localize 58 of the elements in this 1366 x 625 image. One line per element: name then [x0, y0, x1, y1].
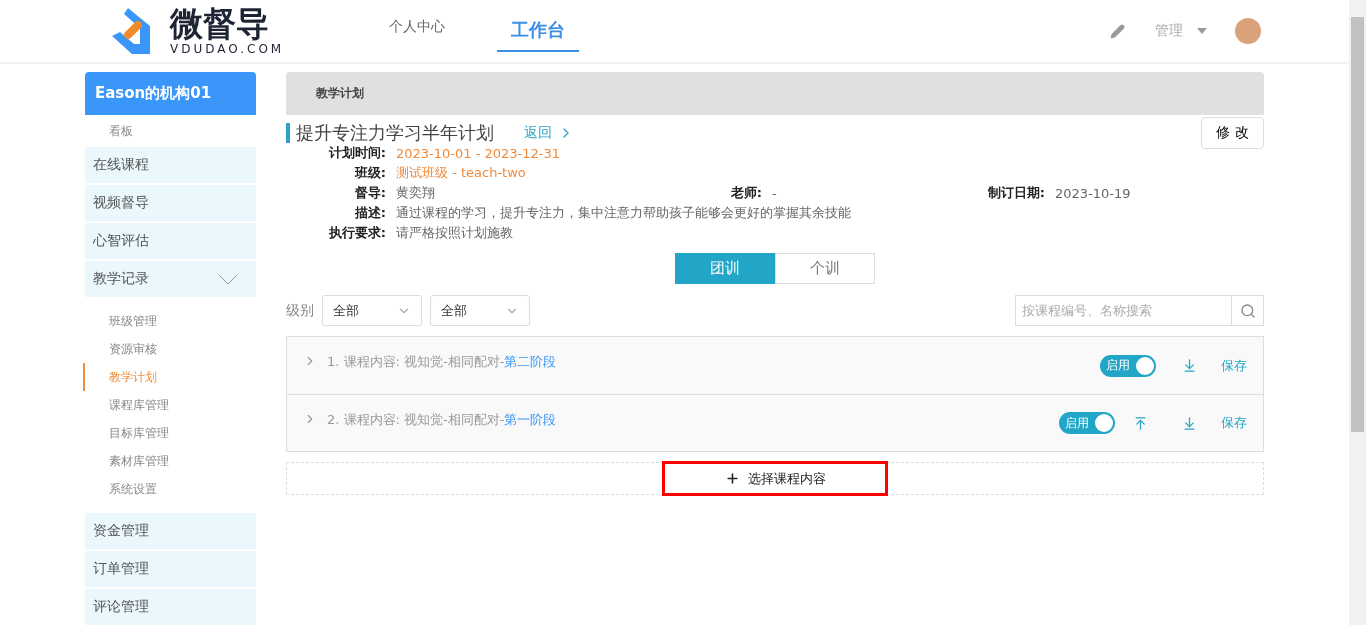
sidebar-subitem[interactable]: 看板	[83, 117, 256, 145]
sidebar-subitem[interactable]: 目标库管理	[83, 419, 256, 447]
edit-icon[interactable]	[1110, 23, 1125, 39]
sidebar-item[interactable]: 订单管理	[85, 551, 256, 587]
sidebar-subitem[interactable]: 系统设置	[83, 475, 256, 503]
sidebar-item[interactable]: 在线课程	[85, 147, 256, 183]
logo-name: 微督导	[170, 6, 270, 42]
plus-icon	[724, 471, 740, 486]
logo-domain: VDUDAO.COM	[170, 42, 285, 56]
sidebar-item[interactable]: 评论管理	[85, 589, 256, 625]
save-link[interactable]: 保存	[1221, 414, 1247, 432]
dropdown-caret-icon[interactable]	[1197, 28, 1207, 34]
field-label: 班级:	[353, 164, 387, 182]
course-title: 1. 课程内容: 视知觉-相同配对-第二阶段	[327, 353, 558, 371]
breadcrumb-bar: 教学计划	[286, 72, 1264, 115]
sidebar-item[interactable]: 视频督导	[85, 185, 256, 221]
sidebar-item[interactable]: 心智评估	[85, 223, 256, 259]
filter-label: 级别	[286, 301, 314, 320]
sidebar-item[interactable]: 资金管理	[85, 513, 256, 549]
enable-toggle[interactable]: 启用	[1100, 354, 1156, 377]
sidebar-subitem[interactable]: 班级管理	[83, 307, 256, 335]
field-value: 2023-10-19	[1055, 185, 1131, 201]
user-avatar[interactable]	[1235, 18, 1261, 44]
field-value: 2023-10-01 - 2023-12-31	[396, 145, 561, 161]
level-select[interactable]: 全部	[322, 295, 422, 326]
field-label: 制订日期:	[986, 184, 1046, 202]
nav-tab[interactable]: 工作台	[497, 10, 579, 52]
search-icon[interactable]	[1232, 295, 1264, 326]
nav-tab[interactable]: 个人中心	[375, 10, 459, 52]
sidebar-subitem[interactable]: 资源审核	[83, 335, 256, 363]
back-link[interactable]: 返回	[524, 124, 574, 142]
field-label: 计划时间:	[327, 144, 387, 162]
field-label: 老师:	[729, 184, 763, 202]
add-course-button[interactable]: 选择课程内容	[662, 461, 888, 496]
admin-menu[interactable]: 管理	[1155, 22, 1183, 40]
field-value: 请严格按照计划施教	[396, 224, 513, 242]
save-link[interactable]: 保存	[1221, 356, 1247, 375]
field-value: -	[772, 185, 777, 201]
field-label: 执行要求:	[327, 224, 387, 242]
field-value: 黄奕翔	[396, 184, 435, 202]
enable-toggle[interactable]: 启用	[1059, 412, 1115, 434]
edit-button[interactable]: 修 改	[1201, 117, 1264, 149]
field-value: 通过课程的学习，提升专注力，集中注意力帮助孩子能够会更好的掌握其余技能	[396, 204, 851, 222]
plan-title: 提升专注力学习半年计划	[286, 123, 494, 143]
sidebar-subitem[interactable]: 课程库管理	[83, 391, 256, 419]
mode-tab[interactable]: 团训	[675, 253, 775, 284]
course-title: 2. 课程内容: 视知觉-相同配对-第一阶段	[327, 411, 558, 429]
field-label: 督导:	[353, 184, 387, 202]
field-label: 描述:	[353, 204, 387, 222]
sidebar-subitem[interactable]: 素材库管理	[83, 447, 256, 475]
sidebar-subitem[interactable]: 教学计划	[83, 363, 256, 391]
mode-tab[interactable]: 个训	[775, 253, 875, 284]
field-value: 测试班级 - teach-two	[396, 164, 526, 182]
sidebar-item[interactable]: 教学记录	[85, 261, 256, 297]
organization-title: Eason的机构01	[85, 72, 256, 115]
scrollbar[interactable]	[1349, 0, 1366, 625]
level-select[interactable]: 全部	[430, 295, 530, 326]
search-field[interactable]: 按课程编号、名称搜索	[1015, 295, 1232, 326]
